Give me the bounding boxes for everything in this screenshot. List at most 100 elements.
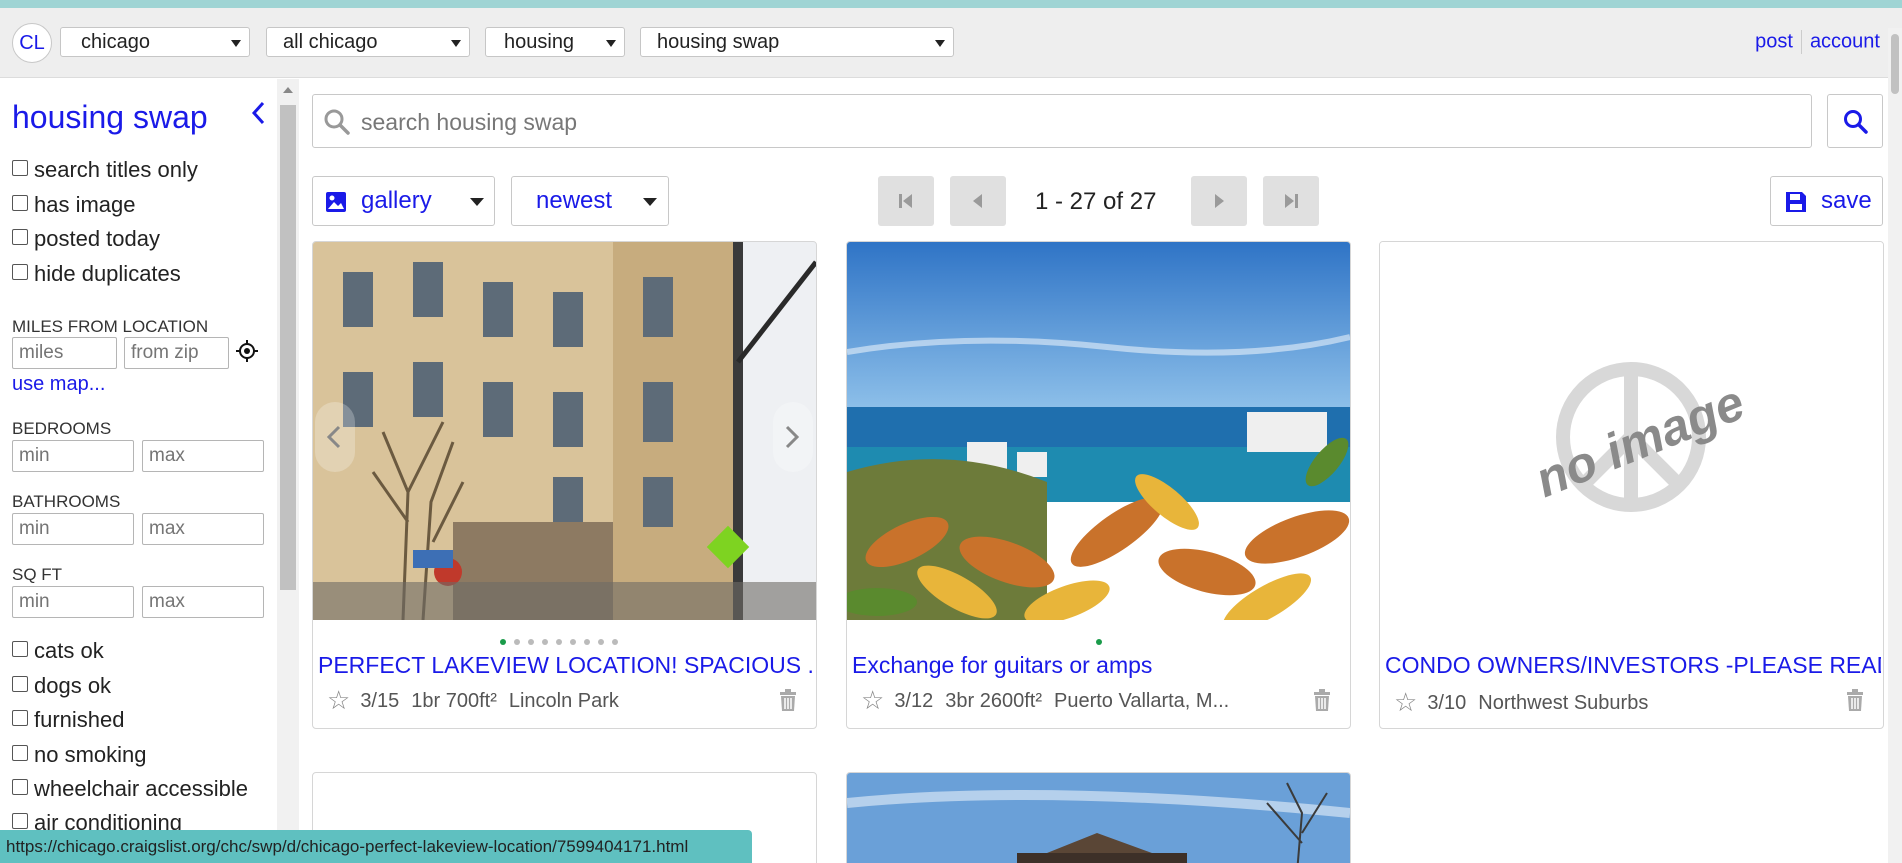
checkbox-box[interactable] (12, 813, 28, 829)
subcategory-dropdown[interactable]: housing swap (640, 27, 954, 57)
photo-dot[interactable] (570, 639, 576, 645)
hide-duplicates-checkbox[interactable]: hide duplicates (12, 261, 181, 287)
photo-dot[interactable] (528, 639, 534, 645)
scroll-up-icon[interactable] (283, 87, 293, 93)
first-page-icon (899, 194, 912, 208)
next-page-button[interactable] (1191, 176, 1247, 226)
sort-label: newest (536, 187, 613, 214)
miles-input[interactable] (12, 337, 117, 369)
listing-date: 3/10 (1427, 692, 1467, 714)
listing-photo-placeholder[interactable]: no image (1380, 242, 1883, 620)
search-button[interactable] (1827, 94, 1883, 148)
photo-dot[interactable] (612, 639, 618, 645)
listing-card[interactable]: PERFECT LAKEVIEW LOCATION! SPACIOUS ... … (312, 241, 817, 729)
last-page-button[interactable] (1263, 176, 1319, 226)
checkbox-label: dogs ok (34, 673, 112, 698)
photo-dot[interactable] (1096, 639, 1102, 645)
cats-ok-checkbox[interactable]: cats ok (12, 638, 104, 664)
view-mode-button[interactable]: gallery (312, 176, 495, 226)
bathrooms-max-input[interactable] (142, 513, 264, 545)
photo-dot[interactable] (514, 639, 520, 645)
first-page-button[interactable] (878, 176, 934, 226)
listing-location: Puerto Vallarta, M... (1053, 690, 1230, 712)
page-scrollbar[interactable] (1888, 28, 1902, 863)
previous-photo-button[interactable] (315, 402, 355, 472)
trash-icon[interactable] (1845, 689, 1865, 711)
sqft-max-input[interactable] (142, 586, 264, 618)
photo-dot[interactable] (584, 639, 590, 645)
last-page-icon (1285, 194, 1298, 208)
no-smoking-checkbox[interactable]: no smoking (12, 742, 147, 768)
chevron-left-icon[interactable] (250, 101, 266, 125)
bathrooms-min-input[interactable] (12, 513, 134, 545)
post-link[interactable]: post (1755, 30, 1793, 52)
checkbox-label: wheelchair accessible (34, 776, 248, 801)
wheelchair-accessible-checkbox[interactable]: wheelchair accessible (12, 776, 248, 802)
ocean-view-photo (847, 242, 1350, 620)
trash-icon[interactable] (1312, 689, 1332, 711)
craigslist-logo[interactable]: CL (12, 23, 52, 63)
previous-page-button[interactable] (950, 176, 1006, 226)
checkbox-box[interactable] (12, 229, 28, 245)
search-titles-only-checkbox[interactable]: search titles only (12, 157, 198, 183)
has-image-checkbox[interactable]: has image (12, 192, 136, 218)
checkbox-box[interactable] (12, 641, 28, 657)
listing-title-link[interactable]: PERFECT LAKEVIEW LOCATION! SPACIOUS ... (318, 652, 814, 679)
furnished-checkbox[interactable]: furnished (12, 707, 125, 733)
listing-title-link[interactable]: Exchange for guitars or amps (852, 652, 1348, 679)
listing-title-link[interactable]: CONDO OWNERS/INVESTORS -PLEASE READ (1385, 652, 1881, 679)
sqft-min-input[interactable] (12, 586, 134, 618)
checkbox-label: furnished (34, 707, 125, 732)
city-dropdown[interactable]: chicago (60, 27, 250, 57)
next-photo-button[interactable] (773, 402, 813, 472)
checkbox-box[interactable] (12, 710, 28, 726)
bedrooms-min-input[interactable] (12, 440, 134, 472)
use-map-link[interactable]: use map... (12, 373, 105, 396)
bedrooms-max-input[interactable] (142, 440, 264, 472)
checkbox-box[interactable] (12, 195, 28, 211)
checkbox-box[interactable] (12, 745, 28, 761)
trash-icon[interactable] (778, 689, 798, 711)
area-dropdown[interactable]: all chicago (266, 27, 470, 57)
scrollbar-thumb[interactable] (280, 105, 296, 590)
chevron-down-icon (606, 40, 616, 47)
listing-card[interactable]: Exchange for guitars or amps ☆ 3/12 3br 26… (846, 241, 1351, 729)
top-navigation-bar: CL chicago all chicago housing housing s… (0, 8, 1902, 78)
checkbox-box[interactable] (12, 676, 28, 692)
search-input[interactable]: search housing swap (312, 94, 1812, 148)
listing-card[interactable]: no image CONDO OWNERS/INVESTORS -PLEASE … (1379, 241, 1884, 729)
house-photo (847, 773, 1350, 863)
listing-card[interactable] (846, 772, 1351, 863)
sort-button[interactable]: newest (511, 176, 669, 226)
bedrooms-label: BEDROOMS (12, 419, 112, 438)
photo-dot[interactable] (556, 639, 562, 645)
checkbox-label: posted today (34, 226, 160, 251)
checkbox-box[interactable] (12, 264, 28, 280)
account-links: post account (1755, 30, 1880, 54)
checkbox-box[interactable] (12, 160, 28, 176)
account-link[interactable]: account (1810, 30, 1880, 52)
category-dropdown[interactable]: housing (485, 27, 625, 57)
zip-input[interactable] (124, 337, 229, 369)
posted-today-checkbox[interactable]: posted today (12, 226, 160, 252)
listing-photo[interactable] (313, 242, 816, 620)
favorite-star-icon[interactable]: ☆ (861, 685, 884, 715)
sidebar-title: housing swap (12, 99, 208, 135)
save-search-button[interactable]: save (1770, 176, 1883, 226)
checkbox-box[interactable] (12, 779, 28, 795)
favorite-star-icon[interactable]: ☆ (327, 685, 350, 715)
dogs-ok-checkbox[interactable]: dogs ok (12, 673, 111, 699)
photo-dot[interactable] (598, 639, 604, 645)
listing-meta: ☆ 3/12 3br 2600ft² Puerto Vallarta, M... (861, 685, 1229, 716)
listing-location: Northwest Suburbs (1478, 692, 1649, 714)
results-area: search housing swap gallery newest 1 - 2… (300, 79, 1902, 863)
filter-sidebar: housing swap search titles only has imag… (0, 79, 300, 863)
sidebar-scrollbar[interactable] (277, 79, 299, 863)
listing-photo[interactable] (847, 242, 1350, 620)
favorite-star-icon[interactable]: ☆ (1394, 687, 1417, 717)
photo-dot[interactable] (542, 639, 548, 645)
photo-dots (496, 632, 622, 645)
photo-dot[interactable] (500, 639, 506, 645)
locate-me-icon[interactable] (236, 340, 258, 362)
scrollbar-thumb[interactable] (1891, 34, 1899, 94)
